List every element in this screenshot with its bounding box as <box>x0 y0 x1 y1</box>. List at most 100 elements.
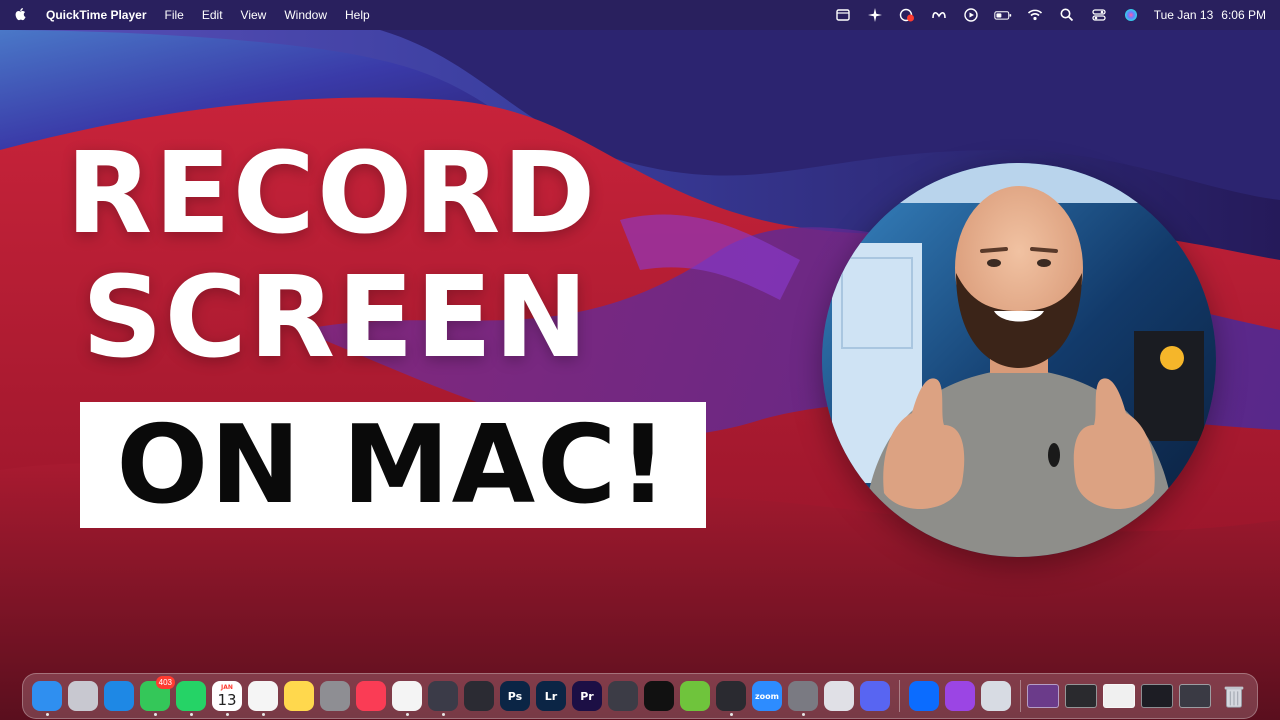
dock-separator <box>899 680 900 712</box>
dock-item-whatsapp[interactable] <box>173 676 209 716</box>
headline-banner-text: ON MAC! <box>116 402 670 528</box>
running-indicator <box>153 713 157 716</box>
dock-item-lightroom[interactable]: Lr <box>533 676 569 716</box>
calendar-icon: JAN 13 <box>212 681 242 711</box>
running-indicator <box>45 713 49 716</box>
menubar-clock[interactable]: Tue Jan 13 6:06 PM <box>1154 8 1266 22</box>
wifi-icon[interactable] <box>1026 7 1044 23</box>
running-indicator <box>261 713 265 716</box>
zoom-icon: zoom <box>752 681 782 711</box>
thumbnail-headline: RECORD SCREEN ON MAC! <box>66 132 706 528</box>
discord-icon <box>860 681 890 711</box>
battery-icon[interactable] <box>994 7 1012 23</box>
whatsapp-icon <box>176 681 206 711</box>
meta-icon[interactable] <box>930 7 948 23</box>
search-icon[interactable] <box>1058 7 1076 23</box>
play-circle-icon[interactable] <box>962 7 980 23</box>
recording-icon[interactable] <box>898 7 916 23</box>
running-indicator <box>729 713 733 716</box>
lightroom-icon: Lr <box>536 681 566 711</box>
dock-minimized-windows <box>1026 684 1211 708</box>
dock-recent-apps <box>906 676 1014 716</box>
dock-item-obs[interactable] <box>461 676 497 716</box>
running-indicator <box>801 713 805 716</box>
dock-item-calculator[interactable] <box>317 676 353 716</box>
safari-icon <box>104 681 134 711</box>
apple-icon[interactable] <box>14 7 28 24</box>
running-indicator <box>189 713 193 716</box>
headline-banner: ON MAC! <box>80 402 706 528</box>
app-name-menu[interactable]: QuickTime Player <box>46 8 147 22</box>
menu-file[interactable]: File <box>165 8 184 22</box>
photoshop-icon: Ps <box>500 681 530 711</box>
dock-item-davinci[interactable] <box>605 676 641 716</box>
headline-line-1: RECORD <box>66 129 598 259</box>
dock-item-quicktime[interactable] <box>425 676 461 716</box>
menu-view[interactable]: View <box>241 8 267 22</box>
dock-item-reminders[interactable] <box>245 676 281 716</box>
dock-item-photoshop[interactable]: Ps <box>497 676 533 716</box>
dock-trash[interactable] <box>1217 676 1251 716</box>
dock-item-perplexity[interactable] <box>641 676 677 716</box>
davinci-icon <box>608 681 638 711</box>
running-indicator <box>225 713 229 716</box>
dock-item-meta[interactable] <box>906 676 942 716</box>
dock-separator <box>1019 680 1021 712</box>
dock-apps: 403 JAN 13 Ps Lr Pr zoom <box>29 676 893 716</box>
running-indicator <box>441 713 445 716</box>
music-icon <box>356 681 386 711</box>
finder-icon <box>32 681 62 711</box>
trash-icon <box>1219 681 1249 711</box>
dock-item-finder[interactable] <box>29 676 65 716</box>
menu-window[interactable]: Window <box>284 8 327 22</box>
menu-edit[interactable]: Edit <box>202 8 223 22</box>
premiere-icon: Pr <box>572 681 602 711</box>
perplexity-icon <box>644 681 674 711</box>
dock-item-preview[interactable] <box>978 676 1014 716</box>
photoshop-label: Ps <box>507 689 523 703</box>
dock-item-app-green[interactable] <box>677 676 713 716</box>
meta-icon <box>908 681 939 711</box>
dock-window-photoshop[interactable] <box>1140 684 1173 708</box>
dock-item-notes[interactable] <box>281 676 317 716</box>
premiere-label: Pr <box>580 689 594 703</box>
preview-icon <box>980 681 1011 711</box>
control-center-icon[interactable] <box>1090 7 1108 23</box>
dock-window-browser[interactable] <box>1102 684 1135 708</box>
dock-item-messages[interactable]: 403 <box>137 676 175 716</box>
reminders-icon <box>248 681 278 711</box>
screen-capture-icon[interactable] <box>834 7 852 23</box>
menubar-time: 6:06 PM <box>1221 8 1266 22</box>
dock-item-calendar[interactable]: JAN 13 <box>209 676 245 716</box>
chrome-icon <box>392 681 422 711</box>
lightroom-label: Lr <box>544 689 558 703</box>
dock-item-launchpad[interactable] <box>65 676 101 716</box>
dock-item-chrome[interactable] <box>389 676 425 716</box>
dock-item-music[interactable] <box>353 676 389 716</box>
dock: 403 JAN 13 Ps Lr Pr zoom <box>22 673 1258 719</box>
system-settings-icon <box>788 681 818 711</box>
presenter-photo <box>822 163 1216 557</box>
dock-item-system-settings[interactable] <box>785 676 821 716</box>
sparkle-icon[interactable] <box>866 7 884 23</box>
siri-icon[interactable] <box>1122 7 1140 23</box>
launchpad-icon <box>68 681 98 711</box>
iphone-mirroring-icon <box>824 681 854 711</box>
dock-item-podcasts[interactable] <box>942 676 978 716</box>
headline-line-2: SCREEN <box>82 253 590 383</box>
menu-help[interactable]: Help <box>345 8 370 22</box>
dock-window-macbook[interactable] <box>1026 684 1059 708</box>
dock-item-discord[interactable] <box>857 676 893 716</box>
running-indicator <box>405 713 409 716</box>
dock-item-iphone-mirroring[interactable] <box>821 676 857 716</box>
menu-bar: QuickTime Player File Edit View Window H… <box>0 0 1280 30</box>
presenter-portrait <box>822 163 1216 557</box>
dock-item-safari[interactable] <box>101 676 137 716</box>
dock-item-zoom[interactable]: zoom <box>749 676 785 716</box>
dock-item-final-cut[interactable] <box>713 676 749 716</box>
dock-window-finder[interactable] <box>1178 684 1211 708</box>
dock-item-premiere[interactable]: Pr <box>569 676 605 716</box>
calculator-icon <box>320 681 350 711</box>
obs-icon <box>464 681 494 711</box>
dock-window-editor[interactable] <box>1064 684 1097 708</box>
